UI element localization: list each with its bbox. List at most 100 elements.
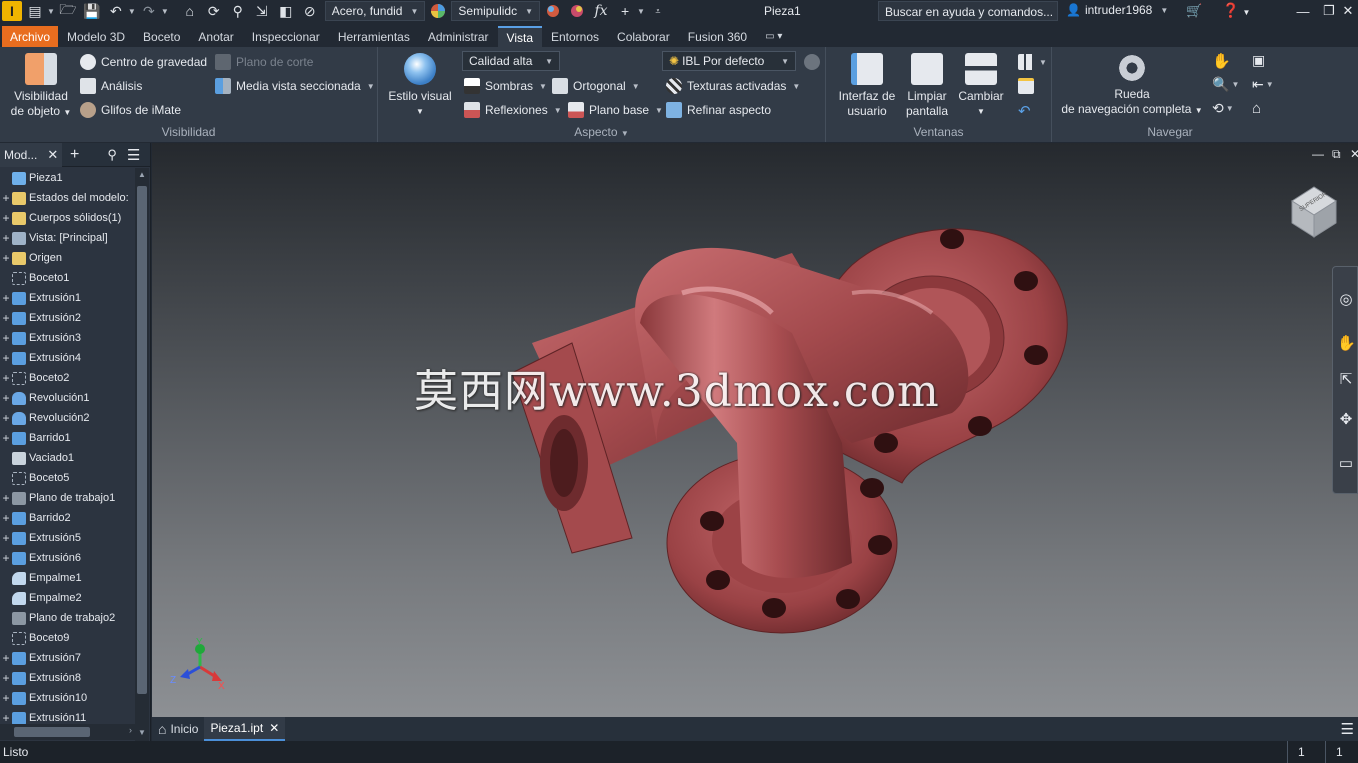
add-caret-icon[interactable]: ▼ <box>637 7 645 16</box>
clear-appearance-icon[interactable]: ⊘ <box>299 1 321 21</box>
orbit-icon[interactable]: ⟲ ▼ <box>1212 100 1234 117</box>
customize-caret-icon[interactable]: ⩡ <box>647 1 669 21</box>
tree-node[interactable]: + Boceto2 <box>0 368 134 388</box>
tree-node[interactable]: + Extrusión1 <box>0 288 134 308</box>
ribbon-options-icon[interactable]: ▭ ▾ <box>756 26 791 47</box>
tab-entornos[interactable]: Entornos <box>542 26 608 47</box>
tree-node[interactable]: + Extrusión6 <box>0 548 134 568</box>
tab-modelo-3d[interactable]: Modelo 3D <box>58 26 134 47</box>
tab-vista[interactable]: Vista <box>497 26 542 47</box>
tab-administrar[interactable]: Administrar <box>419 26 498 47</box>
tab-document-pieza1[interactable]: Pieza1.ipt ✕ <box>204 717 286 741</box>
tree-node[interactable]: Vaciado1 <box>0 448 134 468</box>
fx-parameters-button[interactable]: fx <box>590 1 612 21</box>
tree-node[interactable]: + Extrusión7 <box>0 648 134 668</box>
tree-node[interactable]: Empalme2 <box>0 588 134 608</box>
tree-node[interactable]: Boceto1 <box>0 268 134 288</box>
tree-node[interactable]: + Extrusión4 <box>0 348 134 368</box>
expand-icon[interactable]: + <box>0 511 12 525</box>
tree-node[interactable]: + Vista: [Principal] <box>0 228 134 248</box>
expand-icon[interactable]: + <box>0 711 12 725</box>
help-search-input[interactable]: Buscar en ayuda y comandos... <box>878 1 1058 21</box>
half-section-view-button[interactable]: Media vista seccionada ▼ <box>215 78 375 94</box>
orbit-icon[interactable]: ✥ <box>1337 411 1355 429</box>
zoom-icon[interactable]: ⇱ <box>1337 371 1355 389</box>
menu-icon[interactable]: ☰ <box>127 146 140 164</box>
help-icon[interactable]: ❓ ▼ <box>1222 2 1250 19</box>
tree-node[interactable]: + Revolución1 <box>0 388 134 408</box>
clear-override-icon[interactable] <box>566 1 588 21</box>
user-interface-button[interactable]: Interfaz de usuario <box>836 53 898 119</box>
scroll-down-icon[interactable]: ▼ <box>135 728 149 737</box>
switch-window-button[interactable]: Cambiar ▼ <box>956 53 1006 119</box>
redo-icon[interactable]: ↷ <box>138 1 160 21</box>
minimize-icon[interactable]: — <box>1290 0 1316 22</box>
close-icon[interactable]: ✕ <box>269 721 279 735</box>
reflections-button[interactable]: Reflexiones ▼ <box>464 102 562 118</box>
adjust-appearance-icon[interactable] <box>542 1 564 21</box>
expand-icon[interactable]: + <box>0 251 12 265</box>
tree-node[interactable]: + Plano de trabajo1 <box>0 488 134 508</box>
document-menu-icon[interactable]: ☰ <box>1341 720 1354 738</box>
expand-icon[interactable]: + <box>0 491 12 505</box>
expand-icon[interactable]: + <box>0 211 12 225</box>
look-at-icon[interactable]: ▣ <box>1252 52 1265 69</box>
browser-tab-model[interactable]: Mod... ✕ <box>0 142 62 167</box>
home-view-icon[interactable]: ⌂ <box>1252 100 1261 117</box>
undo-icon[interactable]: ↶ <box>105 1 127 21</box>
look-at-icon[interactable]: ▭ <box>1337 455 1355 473</box>
tree-node[interactable]: + Extrusión10 <box>0 688 134 708</box>
tree-node[interactable]: + Estados del modelo: <box>0 188 134 208</box>
tab-fusion-360[interactable]: Fusion 360 <box>679 26 756 47</box>
expand-icon[interactable]: + <box>0 691 12 705</box>
tree-node[interactable]: + Extrusión2 <box>0 308 134 328</box>
expand-icon[interactable]: + <box>0 531 12 545</box>
ibl-select[interactable]: ✺ IBL Por defecto ▼ <box>662 51 796 71</box>
quality-select[interactable]: Calidad alta ▼ <box>462 51 560 71</box>
expand-icon[interactable]: + <box>0 351 12 365</box>
arrange-windows-icon[interactable]: ▼ <box>1018 54 1047 70</box>
tree-node[interactable]: Boceto9 <box>0 628 134 648</box>
material-select[interactable]: Acero, fundid ▼ <box>324 1 426 21</box>
view-previous-icon[interactable]: ⇤ ▼ <box>1252 76 1274 93</box>
scroll-right-icon[interactable]: › <box>129 725 132 735</box>
new-window-icon[interactable] <box>1018 78 1039 94</box>
tree-node[interactable]: + Revolución2 <box>0 408 134 428</box>
ground-plane-button[interactable]: Plano base ▼ <box>568 102 663 118</box>
tab-boceto[interactable]: Boceto <box>134 26 189 47</box>
full-navigation-wheel-button[interactable]: Rueda de navegación completa ▼ <box>1060 53 1204 118</box>
expand-icon[interactable]: + <box>0 371 12 385</box>
clean-screen-button[interactable]: Limpiar pantalla <box>902 53 952 119</box>
color-override-icon[interactable]: ◧ <box>275 1 297 21</box>
viewcube[interactable]: SUPERIOR <box>1286 183 1342 239</box>
measure-icon[interactable]: ⚲ <box>227 1 249 21</box>
add-icon[interactable]: + <box>614 1 636 21</box>
object-visibility-button[interactable]: Visibilidad de objeto ▼ <box>8 53 74 120</box>
tab-anotar[interactable]: Anotar <box>189 26 242 47</box>
tree-node[interactable]: Pieza1 <box>0 168 134 188</box>
undo-caret-icon[interactable]: ▼ <box>128 7 136 16</box>
tree-node[interactable]: Empalme1 <box>0 568 134 588</box>
browser-vertical-scrollbar[interactable]: ▲ ▼ <box>135 168 149 741</box>
tree-node[interactable]: Plano de trabajo2 <box>0 608 134 628</box>
expand-icon[interactable]: + <box>0 311 12 325</box>
tree-node[interactable]: + Barrido1 <box>0 428 134 448</box>
shadows-button[interactable]: Sombras ▼ <box>464 78 547 94</box>
new-file-icon[interactable]: ▤ <box>24 1 46 21</box>
close-icon[interactable]: ✕ <box>47 147 58 163</box>
cascade-back-icon[interactable]: ↶ <box>1018 102 1031 120</box>
pipe-part-model[interactable] <box>152 143 1358 717</box>
expand-icon[interactable]: + <box>0 431 12 445</box>
expand-icon[interactable]: + <box>0 551 12 565</box>
app-logo[interactable]: I <box>2 1 22 21</box>
tab-inspeccionar[interactable]: Inspeccionar <box>243 26 329 47</box>
ibl-preview-icon[interactable] <box>804 54 820 70</box>
appearance-select[interactable]: Semipulidc ▼ <box>451 1 541 21</box>
scroll-thumb[interactable] <box>137 186 147 694</box>
redo-caret-icon[interactable]: ▼ <box>161 7 169 16</box>
tab-home[interactable]: ⌂ Inicio <box>152 717 204 741</box>
steering-wheel-icon[interactable]: ◎ <box>1337 291 1355 309</box>
user-account[interactable]: 👤 intruder1968 ▼ <box>1066 3 1168 17</box>
zoom-icon[interactable]: 🔍 ▼ <box>1212 76 1239 93</box>
tab-archivo[interactable]: Archivo <box>2 26 59 47</box>
